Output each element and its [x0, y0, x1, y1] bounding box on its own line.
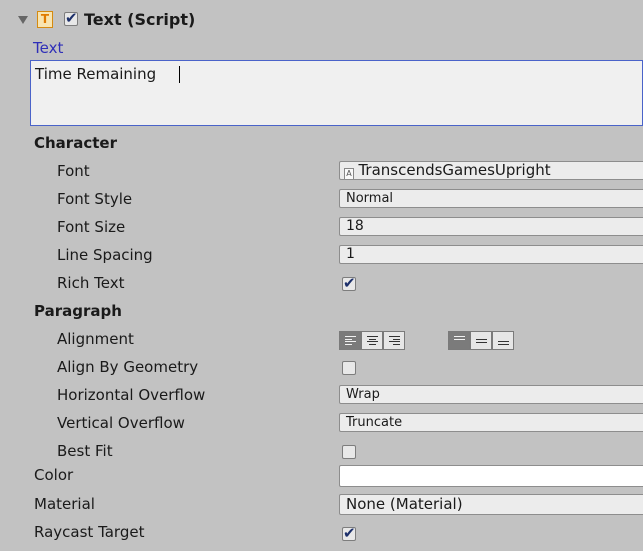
align-middle-icon [475, 338, 487, 343]
material-label: Material [34, 495, 95, 513]
align-middle-button[interactable] [470, 331, 492, 350]
text-label: Text [33, 39, 64, 57]
component-title: Text (Script) [84, 10, 196, 29]
checkmark-icon: ✔ [65, 9, 78, 27]
component-header: T ✔ Text (Script) [0, 9, 643, 34]
font-asset-icon: A [344, 168, 354, 179]
text-input-value: Time Remaining [35, 65, 157, 83]
section-character: Character [34, 134, 117, 152]
align-by-geometry-checkbox[interactable] [342, 361, 356, 375]
font-size-value: 18 [346, 218, 364, 234]
text-caret [179, 66, 180, 83]
font-size-label: Font Size [57, 218, 126, 236]
checkmark-icon: ✔ [343, 274, 356, 292]
horizontal-overflow-dropdown[interactable]: Wrap [339, 385, 643, 404]
text-input[interactable]: Time Remaining [30, 60, 643, 126]
align-top-icon [453, 336, 465, 340]
raycast-target-checkbox[interactable]: ✔ [342, 524, 356, 542]
rich-text-checkbox[interactable]: ✔ [342, 274, 356, 292]
component-enabled-checkbox[interactable]: ✔ [64, 9, 78, 27]
align-bottom-button[interactable] [492, 331, 514, 350]
align-bottom-icon [497, 341, 509, 345]
line-spacing-value: 1 [346, 246, 355, 262]
checkmark-icon: ✔ [343, 524, 356, 542]
rich-text-label: Rich Text [57, 274, 125, 292]
align-by-geometry-label: Align By Geometry [57, 358, 199, 376]
horizontal-overflow-value: Wrap [346, 387, 380, 402]
font-style-value: Normal [346, 191, 394, 206]
align-center-icon [366, 336, 378, 345]
align-left-icon [344, 336, 356, 345]
line-spacing-field[interactable]: 1 [339, 245, 643, 264]
vertical-overflow-label: Vertical Overflow [57, 414, 185, 432]
align-right-icon [388, 336, 400, 345]
align-left-button[interactable] [339, 331, 361, 350]
best-fit-label: Best Fit [57, 442, 113, 460]
line-spacing-label: Line Spacing [57, 246, 153, 264]
alignment-label: Alignment [57, 330, 134, 348]
align-top-button[interactable] [448, 331, 470, 350]
font-size-field[interactable]: 18 [339, 217, 643, 236]
raycast-target-label: Raycast Target [34, 523, 145, 541]
font-style-dropdown[interactable]: Normal [339, 189, 643, 208]
align-center-button[interactable] [361, 331, 383, 350]
align-right-button[interactable] [383, 331, 405, 350]
font-style-label: Font Style [57, 190, 133, 208]
material-value: None (Material) [346, 495, 463, 513]
foldout-arrow-icon[interactable] [18, 16, 28, 24]
font-label: Font [57, 162, 90, 180]
section-paragraph: Paragraph [34, 302, 122, 320]
vertical-overflow-value: Truncate [346, 415, 403, 430]
text-component-icon: T [37, 11, 53, 28]
color-label: Color [34, 466, 74, 484]
horizontal-overflow-label: Horizontal Overflow [57, 386, 206, 404]
font-field[interactable]: A TranscendsGamesUpright [339, 161, 643, 180]
color-field[interactable] [339, 465, 643, 487]
best-fit-checkbox[interactable] [342, 445, 356, 459]
vertical-overflow-dropdown[interactable]: Truncate [339, 413, 643, 432]
font-value: TranscendsGamesUpright [358, 161, 551, 179]
material-field[interactable]: None (Material) [339, 494, 643, 515]
